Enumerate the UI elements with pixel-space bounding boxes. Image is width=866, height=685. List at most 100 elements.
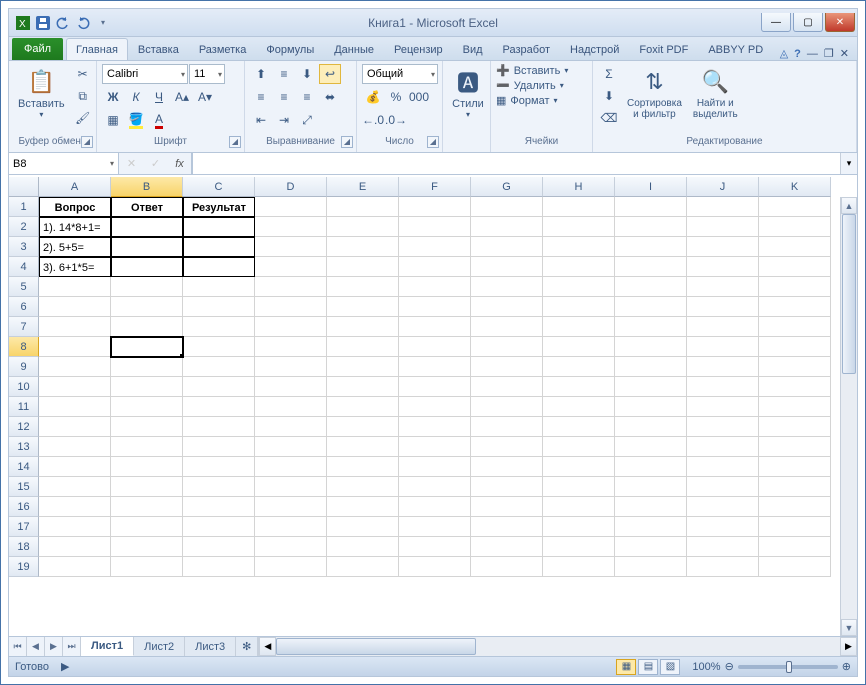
- cell-D7[interactable]: [255, 317, 327, 337]
- cell-D5[interactable]: [255, 277, 327, 297]
- cell-E9[interactable]: [327, 357, 399, 377]
- cell-C19[interactable]: [183, 557, 255, 577]
- cell-H2[interactable]: [543, 217, 615, 237]
- cell-H8[interactable]: [543, 337, 615, 357]
- close-button[interactable]: ✕: [825, 13, 855, 32]
- cell-F18[interactable]: [399, 537, 471, 557]
- italic-button[interactable]: К: [125, 87, 147, 107]
- cell-K17[interactable]: [759, 517, 831, 537]
- cell-C6[interactable]: [183, 297, 255, 317]
- cell-I8[interactable]: [615, 337, 687, 357]
- cell-K1[interactable]: [759, 197, 831, 217]
- view-pagebreak-icon[interactable]: ▧: [660, 659, 680, 675]
- cell-I13[interactable]: [615, 437, 687, 457]
- cell-D15[interactable]: [255, 477, 327, 497]
- cell-C8[interactable]: [183, 337, 255, 357]
- decrease-decimal-icon[interactable]: .0→: [385, 110, 407, 130]
- cell-K9[interactable]: [759, 357, 831, 377]
- align-top-icon[interactable]: ⬆: [250, 64, 272, 84]
- cell-B15[interactable]: [111, 477, 183, 497]
- cell-C1[interactable]: Результат: [183, 197, 255, 217]
- ribbon-tab-10[interactable]: ABBYY PD: [698, 38, 773, 60]
- mdi-restore-icon[interactable]: ❐: [824, 47, 834, 60]
- cell-J14[interactable]: [687, 457, 759, 477]
- cell-A17[interactable]: [39, 517, 111, 537]
- cell-E4[interactable]: [327, 257, 399, 277]
- cell-K15[interactable]: [759, 477, 831, 497]
- cell-J15[interactable]: [687, 477, 759, 497]
- hscroll-thumb[interactable]: [276, 638, 476, 655]
- cell-C13[interactable]: [183, 437, 255, 457]
- clear-icon[interactable]: ⌫: [598, 108, 620, 128]
- sheet-prev-icon[interactable]: ◀: [27, 637, 45, 656]
- cell-G12[interactable]: [471, 417, 543, 437]
- cell-D16[interactable]: [255, 497, 327, 517]
- new-sheet-button[interactable]: ✻: [236, 637, 258, 656]
- macro-record-icon[interactable]: ▶: [61, 660, 69, 673]
- cell-D12[interactable]: [255, 417, 327, 437]
- cell-K5[interactable]: [759, 277, 831, 297]
- cell-C18[interactable]: [183, 537, 255, 557]
- ribbon-tab-7[interactable]: Разработ: [493, 38, 560, 60]
- copy-icon[interactable]: ⧉: [72, 86, 94, 106]
- cell-E16[interactable]: [327, 497, 399, 517]
- row-header-11[interactable]: 11: [9, 397, 39, 417]
- cell-C9[interactable]: [183, 357, 255, 377]
- cell-K8[interactable]: [759, 337, 831, 357]
- cell-H13[interactable]: [543, 437, 615, 457]
- cell-J16[interactable]: [687, 497, 759, 517]
- cell-J2[interactable]: [687, 217, 759, 237]
- borders-icon[interactable]: ▦: [102, 110, 124, 130]
- cell-J7[interactable]: [687, 317, 759, 337]
- ribbon-tab-4[interactable]: Данные: [324, 38, 384, 60]
- maximize-button[interactable]: ▢: [793, 13, 823, 32]
- indent-increase-icon[interactable]: ⇥: [273, 110, 295, 130]
- col-header-B[interactable]: B: [111, 177, 183, 197]
- cell-I19[interactable]: [615, 557, 687, 577]
- find-select-button[interactable]: 🔍 Найти и выделить: [689, 64, 742, 122]
- formula-input[interactable]: [192, 153, 840, 174]
- cell-I15[interactable]: [615, 477, 687, 497]
- underline-button[interactable]: Ч: [148, 87, 170, 107]
- cell-K10[interactable]: [759, 377, 831, 397]
- row-header-7[interactable]: 7: [9, 317, 39, 337]
- cell-J18[interactable]: [687, 537, 759, 557]
- currency-icon[interactable]: 💰: [362, 87, 384, 107]
- col-header-F[interactable]: F: [399, 177, 471, 197]
- save-icon[interactable]: [35, 15, 51, 31]
- cut-icon[interactable]: ✂: [72, 64, 94, 84]
- font-color-icon[interactable]: A: [148, 110, 170, 130]
- cell-B7[interactable]: [111, 317, 183, 337]
- cell-G4[interactable]: [471, 257, 543, 277]
- cell-A18[interactable]: [39, 537, 111, 557]
- select-all-corner[interactable]: [9, 177, 39, 197]
- cell-G1[interactable]: [471, 197, 543, 217]
- cell-D14[interactable]: [255, 457, 327, 477]
- ribbon-tab-6[interactable]: Вид: [453, 38, 493, 60]
- cell-B5[interactable]: [111, 277, 183, 297]
- cell-C12[interactable]: [183, 417, 255, 437]
- delete-cells-button[interactable]: ➖Удалить▾: [496, 79, 564, 92]
- cell-C7[interactable]: [183, 317, 255, 337]
- cell-I1[interactable]: [615, 197, 687, 217]
- cell-K16[interactable]: [759, 497, 831, 517]
- cell-K7[interactable]: [759, 317, 831, 337]
- cell-B1[interactable]: Ответ: [111, 197, 183, 217]
- cell-F19[interactable]: [399, 557, 471, 577]
- cell-H11[interactable]: [543, 397, 615, 417]
- cell-J4[interactable]: [687, 257, 759, 277]
- cell-F10[interactable]: [399, 377, 471, 397]
- sheet-tab-1[interactable]: Лист2: [134, 637, 185, 656]
- ribbon-tab-1[interactable]: Вставка: [128, 38, 189, 60]
- cell-H17[interactable]: [543, 517, 615, 537]
- cell-F7[interactable]: [399, 317, 471, 337]
- cell-G3[interactable]: [471, 237, 543, 257]
- cell-A8[interactable]: [39, 337, 111, 357]
- bold-button[interactable]: Ж: [102, 87, 124, 107]
- cell-J10[interactable]: [687, 377, 759, 397]
- redo-icon[interactable]: [75, 15, 91, 31]
- formula-expand-icon[interactable]: ▾: [840, 153, 857, 174]
- font-size-combo[interactable]: 11▾: [189, 64, 225, 84]
- cell-E12[interactable]: [327, 417, 399, 437]
- cell-E1[interactable]: [327, 197, 399, 217]
